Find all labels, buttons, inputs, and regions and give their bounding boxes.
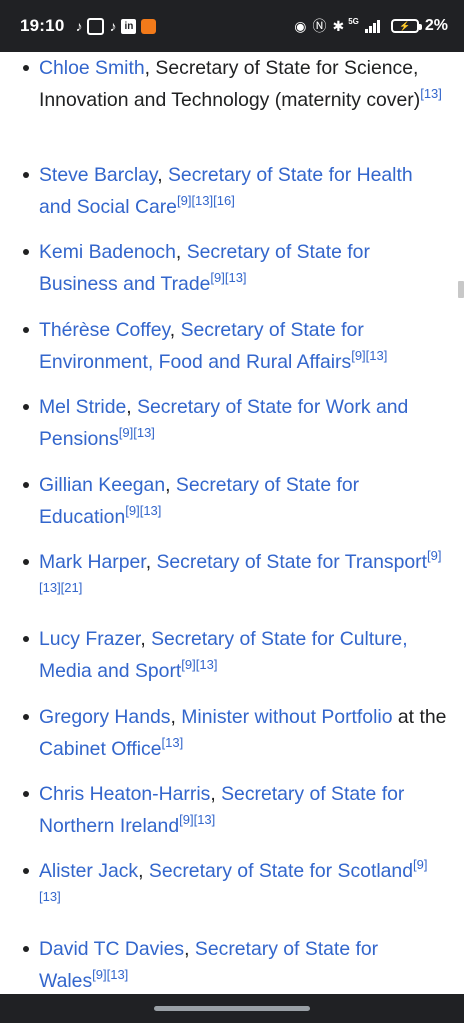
reference-link[interactable]: [9][13] [179, 812, 215, 827]
list-item: Chris Heaton-Harris, Secretary of State … [23, 778, 449, 842]
list-item: David TC Davies, Secretary of State for … [23, 933, 449, 994]
person-link[interactable]: Thérèse Coffey [39, 319, 170, 341]
list-item: Gregory Hands, Minister without Portfoli… [23, 701, 449, 765]
person-link[interactable]: David TC Davies [39, 938, 184, 960]
instagram-icon [87, 17, 105, 35]
battery-percent: 2% [424, 17, 448, 34]
reference-link[interactable]: [9][13] [351, 348, 387, 363]
reference-link[interactable]: [9][13] [92, 967, 128, 982]
separator-text: , [170, 706, 182, 728]
person-link[interactable]: Chloe Smith [39, 57, 145, 79]
nfc-icon: Ⓝ [312, 18, 327, 34]
separator-text: , [157, 164, 168, 186]
separator-text: , [138, 860, 149, 882]
person-link[interactable]: Chris Heaton-Harris [39, 783, 210, 805]
person-link[interactable]: Steve Barclay [39, 164, 157, 186]
battery-charging-icon: ⚡ [390, 19, 422, 33]
person-link[interactable]: Gregory Hands [39, 706, 170, 728]
bluetooth-icon: ✱ [332, 18, 345, 34]
separator-text: , [140, 628, 152, 650]
article-content: Chloe Smith, Secretary of State for Scie… [0, 52, 464, 994]
separator-text: , [175, 241, 187, 263]
separator-text: , [169, 319, 181, 341]
list-item: Alister Jack, Secretary of State for Sco… [23, 855, 449, 919]
tiktok-icon: ♪ [109, 18, 117, 34]
separator-text: , [165, 474, 176, 496]
list-item: Mark Harper, Secretary of State for Tran… [23, 546, 449, 610]
separator-text: , [144, 57, 156, 79]
connector-text: at the [392, 706, 447, 728]
reference-link[interactable]: [13] [162, 735, 184, 750]
separator-text: , [126, 396, 138, 418]
list-item: Lucy Frazer, Secretary of State for Cult… [23, 623, 449, 687]
person-link[interactable]: Alister Jack [39, 860, 138, 882]
list-item: Steve Barclay, Secretary of State for He… [23, 159, 449, 223]
reference-link[interactable]: [9][13][16] [177, 193, 235, 208]
reference-link[interactable]: [13] [420, 86, 442, 101]
list-item: Thérèse Coffey, Secretary of State for E… [23, 314, 449, 378]
role-link[interactable]: Minister without Portfolio [181, 706, 392, 728]
system-icons: ◉ Ⓝ ✱ 5G ⚡ 2% [288, 17, 448, 35]
list-item: Mel Stride, Secretary of State for Work … [23, 391, 449, 455]
list-item: Kemi Badenoch, Secretary of State for Bu… [23, 236, 449, 300]
person-link[interactable]: Mel Stride [39, 396, 126, 418]
person-link[interactable]: Mark Harper [39, 551, 146, 573]
home-gesture-handle[interactable] [154, 1006, 310, 1011]
network-type: 5G [348, 17, 359, 26]
separator-text: , [145, 551, 157, 573]
reference-link[interactable]: [9][13] [181, 657, 217, 672]
linkedin-icon: in [121, 18, 137, 34]
scrollbar-thumb[interactable] [458, 281, 464, 298]
status-time: 19:10 [20, 16, 65, 35]
reference-link[interactable]: [9][13] [125, 503, 161, 518]
reference-link[interactable]: [9][13] [210, 270, 246, 285]
eye-icon: ◉ [294, 18, 307, 34]
separator-text: , [184, 938, 195, 960]
reference-link[interactable]: [9][13] [119, 425, 155, 440]
signal-icon [364, 19, 381, 33]
navigation-bar [0, 994, 464, 1023]
person-link[interactable]: Lucy Frazer [39, 628, 140, 650]
list-item: Chloe Smith, Secretary of State for Scie… [23, 52, 449, 116]
separator-text: , [210, 783, 222, 805]
notification-icons: ♪ ♪ in [70, 17, 157, 35]
notification-icon [141, 18, 157, 34]
person-link[interactable]: Gillian Keegan [39, 474, 165, 496]
status-bar: 19:10 ♪ ♪ in ◉ Ⓝ ✱ 5G ⚡ 2% [0, 0, 464, 52]
role-link[interactable]: Secretary of State for Transport [156, 551, 427, 573]
list-item: Gillian Keegan, Secretary of State for E… [23, 469, 449, 533]
department-link[interactable]: Cabinet Office [39, 738, 162, 760]
tiktok-icon: ♪ [75, 18, 83, 34]
person-link[interactable]: Kemi Badenoch [39, 241, 176, 263]
role-link[interactable]: Secretary of State for Scotland [149, 860, 413, 882]
